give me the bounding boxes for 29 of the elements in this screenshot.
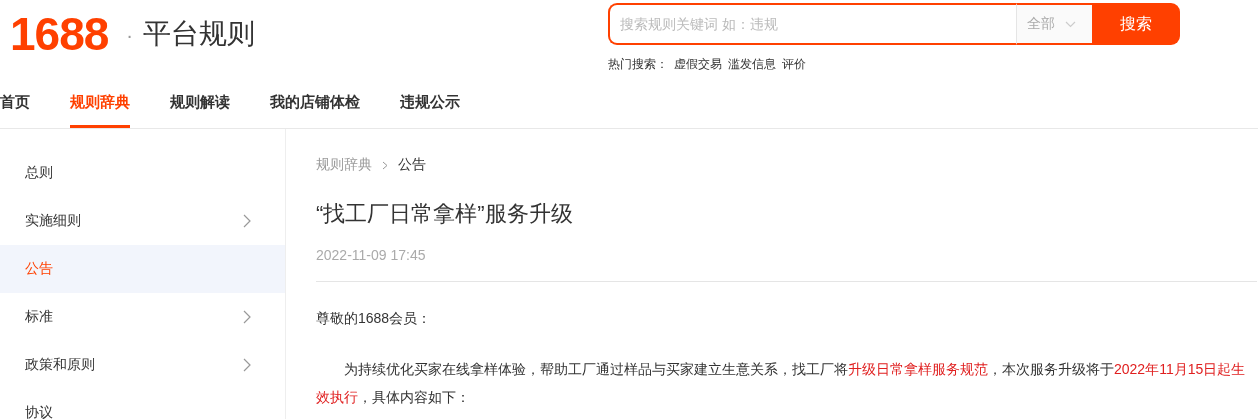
hot-search-link[interactable]: 虚假交易	[674, 56, 722, 73]
paragraph: 为持续优化买家在线拿样体验，帮助工厂通过样品与买家建立生意关系，找工厂将升级日常拿样服务规范，本次服务升级将于2022年11月15日起生效执行，具体内容如下：	[316, 360, 1247, 407]
nav-tab[interactable]: 违规公示	[400, 84, 460, 128]
hot-search-link[interactable]: 滥发信息	[728, 56, 776, 73]
hot-search-label: 热门搜索：	[608, 56, 668, 73]
chevron-down-icon	[1065, 20, 1076, 28]
nav-tab[interactable]: 首页	[0, 84, 30, 128]
sidebar-item[interactable]: 协议	[0, 389, 285, 419]
logo[interactable]: 1688	[10, 6, 109, 62]
hot-search-link[interactable]: 评价	[782, 56, 806, 73]
greeting-text: 尊敬的1688会员：	[316, 309, 433, 328]
breadcrumb-link[interactable]: 公告	[398, 156, 426, 174]
sidebar-item[interactable]: 实施细则	[0, 197, 285, 245]
separator-dot: ·	[126, 23, 133, 48]
nav-tab[interactable]: 我的店铺体检	[270, 84, 360, 128]
nav-tab[interactable]: 规则辞典	[70, 84, 130, 128]
sidebar-item[interactable]: 标准	[0, 293, 285, 341]
article-date: 2022-11-09 17:45	[316, 245, 1257, 282]
chevron-right-icon	[243, 358, 251, 372]
site-title: 平台规则	[143, 17, 255, 51]
sidebar-item[interactable]: 政策和原则	[0, 341, 285, 389]
chevron-right-icon	[243, 310, 251, 324]
search-field[interactable]: 搜索规则关键词 如：违规	[608, 3, 1016, 45]
nav-tab[interactable]: 规则解读	[170, 84, 230, 128]
search-button[interactable]: 搜索	[1092, 3, 1180, 45]
chevron-right-icon	[382, 160, 388, 170]
sidebar-item[interactable]: 总则	[0, 149, 285, 197]
chevron-right-icon	[243, 214, 251, 228]
article-title: “找工厂日常拿样”服务升级	[316, 200, 574, 228]
